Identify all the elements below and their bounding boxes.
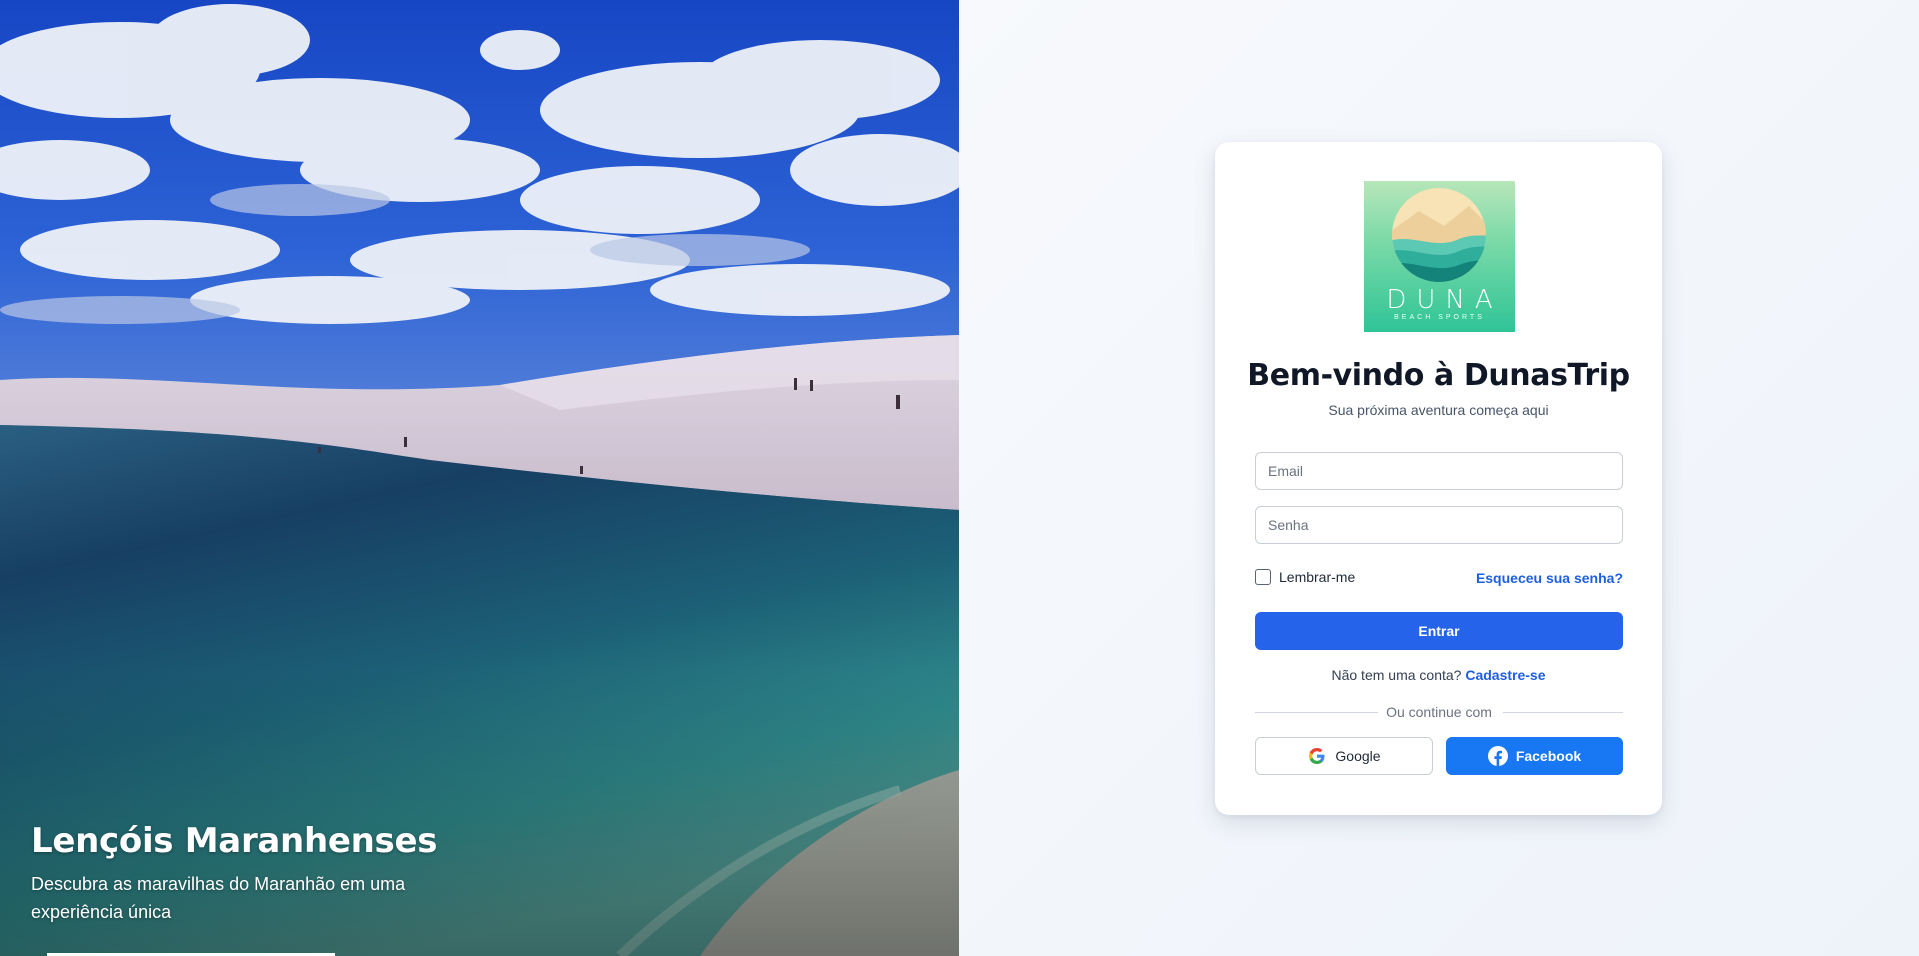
page-title: Bem-vindo à DunasTrip [1247, 358, 1630, 393]
login-panel: DUNA BEACH SPORTS Bem-vindo à DunasTrip … [959, 0, 1919, 956]
duna-logo: DUNA BEACH SPORTS [1364, 181, 1515, 332]
email-field[interactable] [1255, 452, 1623, 490]
remember-me-checkbox[interactable] [1255, 569, 1271, 585]
hero-subtitle: Descubra as maravilhas do Maranhão em um… [31, 874, 406, 922]
remember-me-label: Lembrar-me [1279, 569, 1356, 585]
password-field[interactable] [1255, 506, 1623, 544]
hero-panel: Lençóis Maranhenses Descubra as maravilh… [0, 0, 959, 956]
facebook-icon [1487, 746, 1508, 766]
signup-prompt: Não tem uma conta? [1331, 667, 1462, 683]
remember-me-option[interactable]: Lembrar-me [1255, 569, 1355, 585]
hero-landscape-image [0, 0, 959, 956]
hero-caption: Lençóis Maranhenses Descubra as maravilh… [31, 818, 437, 926]
signup-row: Não tem uma conta? Cadastre-se [1215, 667, 1662, 683]
login-page: Lençóis Maranhenses Descubra as maravilh… [0, 0, 1919, 956]
facebook-label: Facebook [1515, 748, 1582, 764]
login-button[interactable]: Entrar [1255, 612, 1623, 650]
logo-wordmark: DUNA [1386, 285, 1503, 315]
divider-line-right [1503, 712, 1623, 713]
page-subtitle: Sua próxima aventura começa aqui [1328, 402, 1549, 418]
hero-title: Lençóis Maranhenses [31, 821, 438, 861]
facebook-login-button[interactable]: Facebook [1446, 737, 1623, 775]
google-login-button[interactable]: Google [1255, 737, 1433, 775]
forgot-password-link[interactable]: Esqueceu sua senha? [1476, 570, 1623, 586]
google-label: Google [1335, 748, 1381, 764]
signup-link[interactable]: Cadastre-se [1465, 667, 1545, 683]
logo-tagline: BEACH SPORTS [1394, 314, 1485, 321]
social-divider: Ou continue com [1255, 703, 1623, 721]
google-icon [1307, 746, 1327, 766]
login-card: DUNA BEACH SPORTS Bem-vindo à DunasTrip … [1215, 142, 1662, 815]
